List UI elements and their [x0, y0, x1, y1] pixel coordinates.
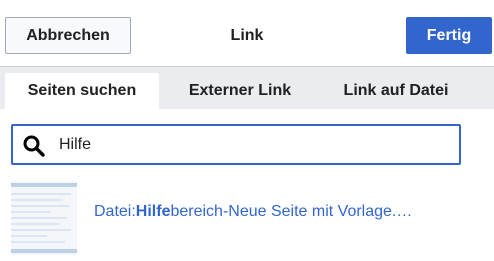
result-prefix: Datei:	[94, 203, 136, 220]
tab-bar: Seiten suchen Externer Link Link auf Dat…	[0, 67, 494, 109]
done-button[interactable]: Fertig	[406, 17, 492, 54]
search-icon	[23, 135, 45, 157]
cancel-button[interactable]: Abbrechen	[5, 17, 131, 54]
document-thumbnail	[11, 181, 77, 255]
tab-panel-search: Datei:Hilfebereich-Neue Seite mit Vorlag…	[0, 109, 494, 261]
tab-external-link[interactable]: Externer Link	[168, 73, 312, 109]
tab-search-pages[interactable]: Seiten suchen	[5, 73, 159, 109]
search-result-title[interactable]: Datei:Hilfebereich-Neue Seite mit Vorlag…	[94, 203, 474, 221]
result-suffix: bereich-Neue Seite mit Vorlage.…	[170, 203, 413, 220]
result-match: Hilfe	[135, 203, 171, 220]
search-result-item[interactable]: Datei:Hilfebereich-Neue Seite mit Vorlag…	[0, 175, 494, 261]
search-input[interactable]	[59, 126, 449, 163]
dialog-title: Link	[230, 27, 264, 44]
dialog-header: Abbrechen Link Fertig	[0, 0, 494, 67]
tab-file-link[interactable]: Link auf Datei	[324, 73, 468, 109]
search-field[interactable]	[11, 124, 461, 165]
